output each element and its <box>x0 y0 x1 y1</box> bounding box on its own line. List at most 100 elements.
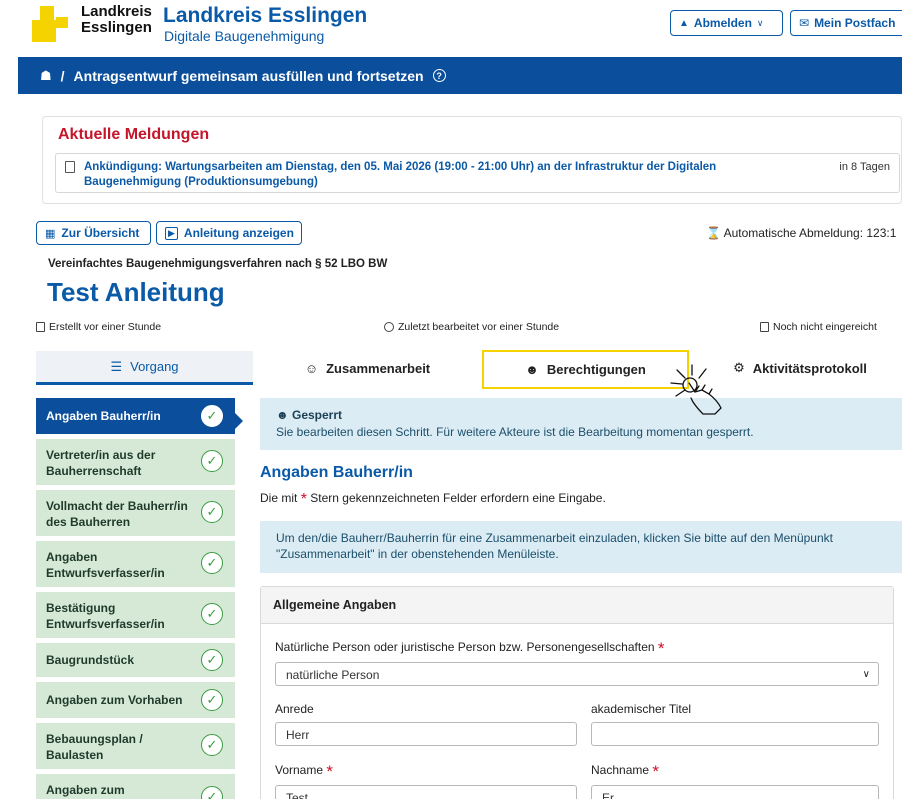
anrede-field[interactable]: Herr <box>275 722 577 746</box>
inbox-label: Mein Postfach <box>814 16 896 30</box>
logout-button[interactable]: ▲ Abmelden ∨ <box>670 10 783 36</box>
hand-pointer-icon <box>670 364 722 415</box>
overview-label: Zur Übersicht <box>61 226 140 240</box>
sidebar-item-bestaetigung[interactable]: Bestätigung Entwurfsverfasser/in ✓ <box>36 592 235 638</box>
sidebar-item-label: Vertreter/in aus der Bauherrenschaft <box>46 448 156 478</box>
sidebar-item-baugrundstueck[interactable]: Baugrundstück ✓ <box>36 643 235 677</box>
manual-label: Anleitung anzeigen <box>183 226 294 240</box>
sidebar-item-vollmacht[interactable]: Vollmacht der Bauherr/in des Bauherren ✓ <box>36 490 235 536</box>
titel-field[interactable] <box>591 722 879 746</box>
logout-label: Abmelden <box>693 16 752 30</box>
breadcrumb: ☗ / Antragsentwurf gemeinsam ausfüllen u… <box>18 57 902 94</box>
sidebar-item-bebauungsplan[interactable]: Bebauungsplan / Baulasten ✓ <box>36 723 235 769</box>
sidebar-item-label: Bebauungsplan / Baulasten <box>46 732 143 762</box>
play-icon: ▶ <box>165 226 178 240</box>
logo-line1: Landkreis <box>81 3 152 20</box>
nachname-label-text: Nachname <box>591 763 650 777</box>
sidebar-item-label: Bestätigung Entwurfsverfasser/in <box>46 601 165 631</box>
help-icon[interactable]: ? <box>432 69 446 82</box>
header: Landkreis Esslingen Landkreis Esslingen … <box>0 0 902 50</box>
news-item[interactable]: Ankündigung: Wartungsarbeiten am Diensta… <box>55 153 900 193</box>
sidebar-item-angaben-zum[interactable]: Angaben zum ✓ <box>36 774 235 799</box>
person-type-value: natürliche Person <box>286 668 380 682</box>
required-star: * <box>652 762 659 781</box>
news-panel: Aktuelle Meldungen Ankündigung: Wartungs… <box>42 116 902 204</box>
vorname-label: Vorname * <box>275 762 333 782</box>
procedure-title: Test Anleitung <box>47 277 225 307</box>
titel-label: akademischer Titel <box>591 702 692 716</box>
sidebar-item-label: Angaben zum <box>46 783 125 797</box>
person-type-select[interactable]: natürliche Person ∨ <box>275 662 879 686</box>
tab-vorgang-label: Vorgang <box>130 359 179 374</box>
lock-title-text: Gesperrt <box>291 408 343 422</box>
check-icon: ✓ <box>201 501 223 523</box>
document-icon <box>65 161 75 173</box>
person-type-label: Natürliche Person oder juristische Perso… <box>275 639 665 659</box>
clock-icon <box>384 322 394 332</box>
tab-vorgang[interactable]: ☰ Vorgang <box>36 351 253 385</box>
section-title: Angaben Bauherr/in <box>260 464 413 481</box>
nachname-field[interactable]: Er <box>591 785 879 799</box>
sidebar-item-label: Baugrundstück <box>46 653 135 667</box>
check-icon: ✓ <box>201 450 223 472</box>
auto-logout-timer: ⌛ Automatische Abmeldung: 123:1 <box>706 226 896 240</box>
users-icon: ☺ <box>304 360 319 376</box>
lock-text: Sie bearbeiten diesen Schritt. Für weite… <box>276 425 754 439</box>
mail-icon: ✉ <box>799 16 810 30</box>
sidebar-item-vorhaben[interactable]: Angaben zum Vorhaben ✓ <box>36 682 235 718</box>
logo-line2: Esslingen <box>81 19 152 36</box>
check-icon: ✓ <box>201 734 223 756</box>
check-icon: ✓ <box>201 786 223 799</box>
vorname-field[interactable]: Test <box>275 785 577 799</box>
inbox-button[interactable]: ✉ Mein Postfach <box>790 10 902 36</box>
required-note: Die mit * Stern gekennzeichneten Felder … <box>260 491 606 509</box>
news-link[interactable]: Ankündigung: Wartungsarbeiten am Diensta… <box>84 160 796 190</box>
vorname-label-text: Vorname <box>275 763 324 777</box>
submitted-meta: Noch nicht eingereicht <box>760 321 877 333</box>
user-lock-icon: ☻ <box>276 408 289 422</box>
tab-zusammenarbeit[interactable]: ☺ Zusammenarbeit <box>255 351 480 385</box>
sidebar-item-entwurfsverfasser[interactable]: Angaben Entwurfsverfasser/in ✓ <box>36 541 235 587</box>
list-icon: ☰ <box>110 358 123 374</box>
overview-button[interactable]: ▦ Zur Übersicht <box>36 221 151 245</box>
procedure-type: Vereinfachtes Baugenehmigungsverfahren n… <box>48 258 388 270</box>
check-icon: ✓ <box>201 689 223 711</box>
check-icon: ✓ <box>201 552 223 574</box>
logo-text: Landkreis Esslingen <box>81 4 152 36</box>
logo-icon[interactable] <box>32 6 72 42</box>
required-note-suffix: Stern gekennzeichneten Felder erfordern … <box>310 491 606 505</box>
file-icon <box>36 322 45 332</box>
lock-notice: ☻ Gesperrt Sie bearbeiten diesen Schritt… <box>260 398 902 450</box>
sidebar-item-angaben-bauherr[interactable]: Angaben Bauherr/in ✓ <box>36 398 243 434</box>
required-note-prefix: Die mit <box>260 491 298 505</box>
news-title: Aktuelle Meldungen <box>58 126 210 143</box>
check-icon: ✓ <box>201 405 223 427</box>
sidebar-item-vertreter[interactable]: Vertreter/in aus der Bauherrenschaft ✓ <box>36 439 235 485</box>
chevron-down-icon: ∨ <box>862 669 870 680</box>
app-subtitle: Digitale Baugenehmigung <box>164 28 325 44</box>
sidebar-item-label: Angaben Bauherr/in <box>46 409 161 423</box>
required-star: * <box>657 639 665 658</box>
required-star: * <box>326 762 333 781</box>
nachname-label: Nachname * <box>591 762 659 782</box>
home-icon[interactable]: ☗ <box>40 68 52 84</box>
user-icon: ▲ <box>679 17 689 29</box>
grid-icon: ▦ <box>45 227 56 240</box>
info-notice: Um den/die Bauherr/Bauherrin für eine Zu… <box>260 521 902 573</box>
sidebar-item-label: Angaben Entwurfsverfasser/in <box>46 550 165 580</box>
sidebar-item-label: Angaben zum Vorhaben <box>46 693 183 707</box>
app-title[interactable]: Landkreis Esslingen <box>163 4 367 28</box>
chevron-down-icon: ∨ <box>756 17 764 28</box>
news-time: in 8 Tagen <box>839 161 890 173</box>
card-title: Allgemeine Angaben <box>261 587 893 624</box>
breadcrumb-separator: / <box>60 67 65 84</box>
edited-text: Zuletzt bearbeitet vor einer Stunde <box>398 321 560 333</box>
tab-aktivitaetsprotokoll-label: Aktivitätsprotokoll <box>752 360 867 376</box>
general-info-card: Allgemeine Angaben Natürliche Person ode… <box>260 586 894 799</box>
check-icon: ✓ <box>201 649 223 671</box>
edited-meta: Zuletzt bearbeitet vor einer Stunde <box>384 321 559 333</box>
manual-button[interactable]: ▶ Anleitung anzeigen <box>156 221 302 245</box>
sidebar-item-label: Vollmacht der Bauherr/in des Bauherren <box>46 499 188 529</box>
hourglass-icon: ⌛ <box>706 226 721 240</box>
page-title: Antragsentwurf gemeinsam ausfüllen und f… <box>73 67 424 84</box>
